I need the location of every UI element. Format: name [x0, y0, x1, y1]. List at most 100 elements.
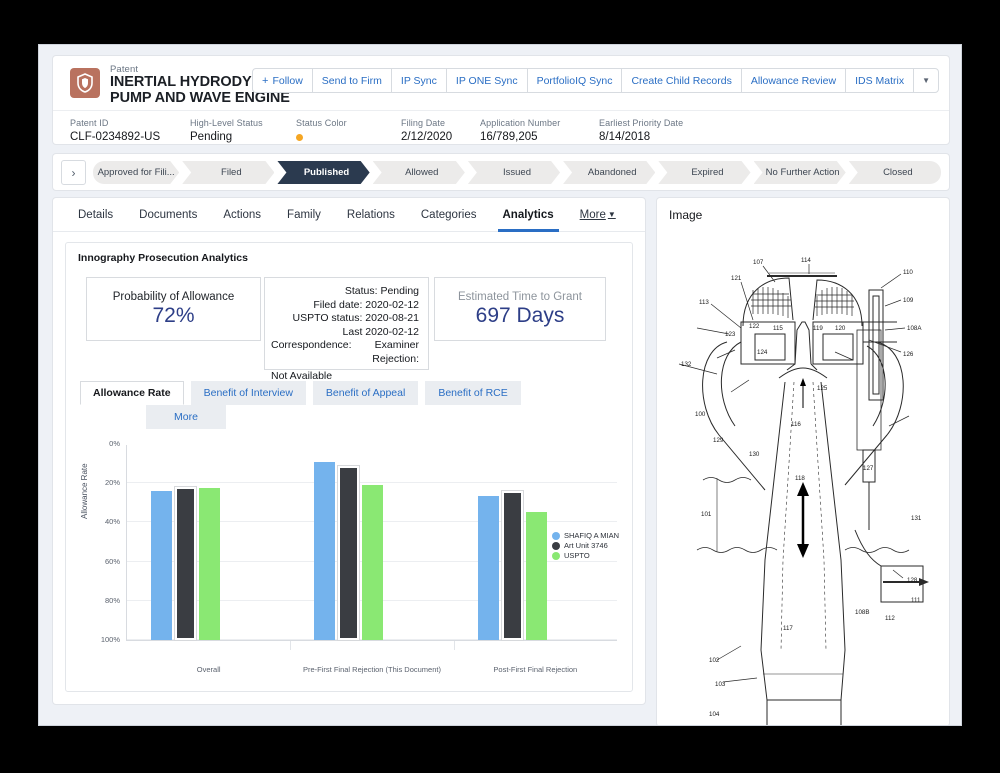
tab-categories[interactable]: Categories — [408, 198, 490, 232]
field-value: CLF-0234892-US — [70, 131, 161, 143]
path-step-no-further-action[interactable]: No Further Action — [754, 161, 846, 184]
tab-details[interactable]: Details — [65, 198, 126, 232]
field-high-level-status: High-Level Status Pending — [190, 118, 263, 143]
record-tabs: Details Documents Actions Family Relatio… — [53, 198, 645, 232]
path-step-expired[interactable]: Expired — [658, 161, 750, 184]
ip-one-sync-button[interactable]: IP ONE Sync — [447, 69, 528, 92]
allowance-review-button[interactable]: Allowance Review — [742, 69, 847, 92]
svg-text:104: 104 — [709, 711, 720, 718]
chart-bar[interactable] — [175, 487, 196, 640]
path-step-issued[interactable]: Issued — [468, 161, 560, 184]
chart-plot-area — [127, 444, 617, 640]
subtab-benefit-of-appeal[interactable]: Benefit of Appeal — [312, 381, 419, 405]
svg-text:122: 122 — [749, 323, 760, 330]
chart-bar[interactable] — [314, 461, 336, 640]
tab-more[interactable]: More ▼ — [567, 198, 629, 232]
record-header-top: Patent INERTIAL HYDRODYNAMIC PUMP AND WA… — [53, 56, 949, 110]
chart-legend: SHAFIQ A MIAN Art Unit 3746 USPTO — [551, 531, 619, 561]
svg-text:131: 131 — [911, 515, 922, 522]
svg-text:112: 112 — [885, 615, 895, 622]
svg-text:109: 109 — [903, 297, 914, 304]
field-value: 2/12/2020 — [401, 131, 453, 143]
legend-label: Art Unit 3746 — [563, 541, 608, 550]
field-filing-date: Filing Date 2/12/2020 — [401, 118, 452, 143]
portfolioiq-sync-button[interactable]: PortfolioIQ Sync — [528, 69, 623, 92]
chart-legend-item[interactable]: USPTO — [551, 551, 619, 560]
chart-bar[interactable] — [151, 491, 172, 640]
chart-x-tick-label: Pre-First Final Rejection (This Document… — [303, 665, 441, 674]
legend-color-swatch — [551, 541, 560, 550]
ids-matrix-button[interactable]: IDS Matrix — [846, 69, 915, 92]
prosecution-status-card: Status: Pending Filed date: 2020-02-12 U… — [264, 277, 429, 382]
status-line-not-available: Not Available — [271, 370, 333, 382]
create-child-records-button[interactable]: Create Child Records — [622, 69, 742, 92]
tab-documents[interactable]: Documents — [126, 198, 210, 232]
chart-x-axis — [126, 640, 617, 641]
chart-legend-item[interactable]: Art Unit 3746 — [551, 541, 619, 550]
path-step-allowed[interactable]: Allowed — [373, 161, 465, 184]
chart-y-tick: 20% — [104, 478, 120, 488]
subtab-benefit-of-interview[interactable]: Benefit of Interview — [190, 381, 306, 405]
svg-text:103: 103 — [715, 681, 726, 688]
svg-text:114: 114 — [801, 257, 811, 264]
svg-text:113: 113 — [699, 299, 709, 306]
legend-label: SHAFIQ A MIAN — [563, 531, 619, 540]
probability-of-allowance-card: Probability of Allowance 72% — [86, 277, 261, 341]
chart-y-tick: 100% — [100, 635, 120, 644]
subtab-benefit-of-rce[interactable]: Benefit of RCE — [425, 381, 521, 405]
svg-text:129: 129 — [713, 437, 724, 444]
analytics-subtabs-row-1: Allowance Rate Benefit of Interview Bene… — [80, 381, 620, 405]
chart-bar[interactable] — [362, 485, 384, 640]
chart-bar[interactable] — [501, 491, 523, 640]
follow-button[interactable]: + Follow — [253, 69, 313, 92]
svg-text:127: 127 — [863, 465, 874, 472]
tab-analytics[interactable]: Analytics — [490, 198, 567, 232]
svg-text:124: 124 — [757, 349, 768, 356]
path-step-closed[interactable]: Closed — [848, 161, 941, 184]
status-line-correspondence: Correspondence: — [271, 339, 352, 351]
send-to-firm-button[interactable]: Send to Firm — [313, 69, 392, 92]
status-path: Approved for Fili... Filed Published All… — [93, 161, 941, 184]
metric-value: 697 Days — [475, 304, 565, 327]
svg-text:108A: 108A — [907, 325, 922, 332]
field-earliest-priority-date: Earliest Priority Date 8/14/2018 — [599, 118, 683, 143]
chart-x-separator — [290, 641, 292, 650]
allowance-rate-chart: Allowance Rate 0% 20% 40% 60% 80% 100% Overal… — [78, 423, 623, 678]
svg-text:132: 132 — [681, 361, 692, 368]
path-step-published[interactable]: Published — [277, 161, 369, 184]
svg-text:128: 128 — [907, 577, 918, 584]
chevron-down-icon: ▼ — [607, 210, 616, 219]
tab-actions[interactable]: Actions — [210, 198, 274, 232]
chart-bar[interactable] — [338, 465, 360, 640]
svg-text:102: 102 — [709, 657, 720, 664]
chart-bar[interactable] — [477, 495, 499, 640]
field-patent-id: Patent ID CLF-0234892-US — [70, 118, 160, 143]
field-value: 16/789,205 — [480, 131, 538, 143]
path-step-approved-for-filing[interactable]: Approved for Fili... — [93, 161, 179, 184]
field-value: Pending — [190, 131, 233, 143]
chart-y-tick: 80% — [104, 595, 120, 605]
field-label: Earliest Priority Date — [599, 118, 684, 128]
chart-bar[interactable] — [525, 511, 547, 640]
tab-relations[interactable]: Relations — [334, 198, 408, 232]
svg-text:123: 123 — [725, 331, 736, 338]
svg-text:100: 100 — [695, 411, 706, 418]
application-window: Patent INERTIAL HYDRODYNAMIC PUMP AND WA… — [38, 44, 962, 726]
legend-color-swatch — [551, 531, 560, 540]
path-step-abandoned[interactable]: Abandoned — [563, 161, 655, 184]
ip-sync-button[interactable]: IP Sync — [392, 69, 447, 92]
path-step-filed[interactable]: Filed — [182, 161, 274, 184]
chart-legend-item[interactable]: SHAFIQ A MIAN — [551, 531, 619, 540]
svg-text:116: 116 — [791, 421, 801, 428]
analytics-panel: Innography Prosecution Analytics Probabi… — [65, 242, 633, 692]
tab-family[interactable]: Family — [274, 198, 334, 232]
metric-value: 72% — [152, 304, 195, 327]
chart-bar[interactable] — [199, 488, 220, 640]
chevron-right-icon[interactable]: › — [61, 160, 86, 185]
field-status-color: Status Color — [296, 118, 347, 146]
subtab-allowance-rate[interactable]: Allowance Rate — [80, 381, 184, 405]
svg-text:108B: 108B — [855, 609, 869, 616]
status-line-uspto-status: USPTO status: 2020-08-21 — [292, 312, 419, 324]
chevron-down-icon[interactable]: ▼ — [914, 69, 938, 92]
svg-text:118: 118 — [795, 475, 805, 482]
